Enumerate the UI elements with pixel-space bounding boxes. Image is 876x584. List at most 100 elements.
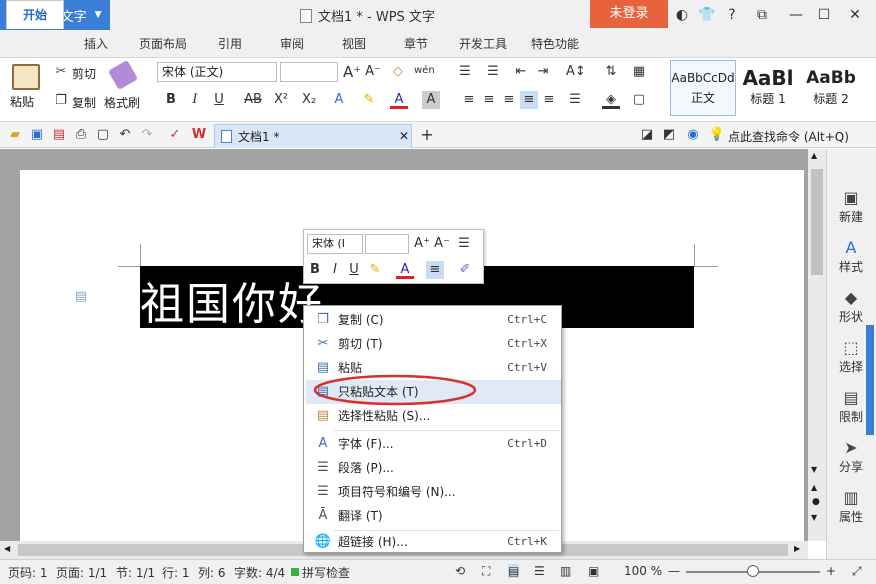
- ai-icon[interactable]: ◉: [684, 126, 702, 144]
- grow-font-icon[interactable]: A⁺: [343, 63, 361, 81]
- help-icon[interactable]: ?: [722, 5, 742, 25]
- paste-icon[interactable]: [12, 64, 40, 90]
- document-text[interactable]: 祖国你好: [140, 268, 324, 332]
- mini-font-name-select[interactable]: 宋体 (I: [307, 234, 363, 254]
- shirt-icon[interactable]: 👕: [697, 5, 717, 25]
- wps-docer-icon[interactable]: W: [190, 126, 208, 144]
- zoom-in-icon[interactable]: +: [826, 564, 836, 578]
- minimize-icon[interactable]: —: [786, 5, 806, 25]
- pane-select[interactable]: ⬚ 选择: [826, 338, 876, 375]
- bullet-list-icon[interactable]: ☰: [456, 63, 474, 81]
- status-spell[interactable]: 拼写检查: [302, 564, 350, 581]
- distribute-icon[interactable]: ≡: [540, 91, 558, 109]
- maximize-icon[interactable]: ☐: [814, 5, 834, 25]
- format-painter-button[interactable]: 格式刷: [104, 94, 140, 111]
- bold-icon[interactable]: B: [306, 261, 324, 279]
- menu-item-copy[interactable]: ❐ 复制 (C) Ctrl+C: [306, 308, 561, 332]
- zoom-slider-thumb[interactable]: [747, 565, 759, 577]
- scroll-down-icon[interactable]: ▼: [811, 465, 817, 474]
- menu-item-bullets[interactable]: ☰ 项目符号和编号 (N)...: [306, 480, 561, 504]
- focus-mode-icon[interactable]: ⛶: [482, 564, 490, 579]
- undo-icon[interactable]: ↶: [116, 126, 134, 144]
- cut-button[interactable]: 剪切: [72, 65, 96, 82]
- font-color-icon[interactable]: A: [390, 91, 408, 109]
- command-search[interactable]: 点此查找命令 (Alt+Q): [728, 128, 849, 145]
- login-button[interactable]: 未登录: [590, 0, 668, 28]
- menu-item-translate[interactable]: Ā 翻译 (T): [306, 504, 561, 528]
- restore-icon[interactable]: ⧉: [752, 5, 772, 25]
- close-tab-icon[interactable]: ✕: [399, 129, 409, 143]
- mini-font-size-select[interactable]: [365, 234, 409, 254]
- pane-styles[interactable]: A 样式: [826, 238, 876, 275]
- text-direction-icon[interactable]: A↕: [566, 63, 586, 81]
- pane-restrict[interactable]: ▤ 限制: [826, 388, 876, 425]
- pane-properties[interactable]: ▥ 属性: [826, 488, 876, 525]
- copy-button[interactable]: 复制: [72, 94, 96, 111]
- vertical-scrollbar[interactable]: ▲ ▼ ▲ ● ▼: [808, 149, 826, 541]
- expand-icon[interactable]: ⤢: [852, 564, 862, 579]
- style-normal[interactable]: AaBbCcDd 正文: [670, 60, 736, 116]
- underline-icon[interactable]: U: [210, 91, 228, 109]
- highlight-icon[interactable]: ✎: [366, 261, 384, 279]
- justify-icon[interactable]: ≡: [520, 91, 538, 109]
- tab-developer[interactable]: 开发工具: [452, 30, 514, 58]
- format-painter-icon[interactable]: ✐: [456, 261, 474, 279]
- scroll-right-icon[interactable]: ▶: [794, 544, 800, 553]
- redo-icon[interactable]: ↷: [138, 126, 156, 144]
- paragraph-handle-icon[interactable]: ▤: [72, 288, 90, 306]
- scroll-left-icon[interactable]: ◀: [4, 544, 10, 553]
- page-view-icon[interactable]: ▤: [508, 564, 520, 578]
- highlight-icon[interactable]: ✎: [360, 91, 378, 109]
- font-name-select[interactable]: 宋体 (正文): [157, 62, 277, 82]
- align-center-icon[interactable]: ≡: [480, 91, 498, 109]
- document-tab[interactable]: 文档1 * ✕: [214, 124, 412, 148]
- pane-new[interactable]: ▣ 新建: [826, 188, 876, 225]
- tab-review[interactable]: 审阅: [270, 30, 314, 58]
- font-size-select[interactable]: [280, 62, 338, 82]
- underline-icon[interactable]: U: [345, 261, 363, 279]
- skin-icon[interactable]: ◐: [672, 5, 692, 25]
- pane-shapes[interactable]: ◆ 形状: [826, 288, 876, 325]
- tab-chapter[interactable]: 章节: [394, 30, 438, 58]
- italic-icon[interactable]: I: [326, 261, 344, 279]
- superscript-icon[interactable]: X²: [272, 91, 290, 109]
- zoom-out-icon[interactable]: —: [668, 564, 680, 578]
- menu-item-paragraph[interactable]: ☰ 段落 (P)...: [306, 456, 561, 480]
- close-icon[interactable]: ✕: [845, 5, 865, 25]
- copy-icon[interactable]: ❐: [52, 92, 70, 110]
- sort-icon[interactable]: ⇅: [602, 63, 620, 81]
- subscript-icon[interactable]: X₂: [300, 91, 318, 109]
- align-right-icon[interactable]: ≡: [500, 91, 518, 109]
- export-pdf-icon[interactable]: ▤: [50, 126, 68, 144]
- new-tab-icon[interactable]: +: [418, 126, 436, 144]
- tab-insert[interactable]: 插入: [74, 30, 118, 58]
- paste-button[interactable]: 粘贴: [10, 93, 34, 110]
- line-spacing-icon[interactable]: ☰: [455, 235, 473, 253]
- menu-item-font[interactable]: A 字体 (F)... Ctrl+D: [306, 432, 561, 456]
- status-row[interactable]: 行: 1: [162, 564, 190, 581]
- status-pages[interactable]: 页面: 1/1: [56, 564, 107, 581]
- tab-page-layout[interactable]: 页面布局: [132, 30, 194, 58]
- italic-icon[interactable]: I: [186, 91, 204, 109]
- bold-icon[interactable]: B: [162, 91, 180, 109]
- numbered-list-icon[interactable]: ☰: [484, 63, 502, 81]
- border-icon[interactable]: ▢: [630, 91, 648, 109]
- history-icon[interactable]: ⟲: [455, 564, 465, 578]
- scissors-icon[interactable]: ✂: [52, 63, 70, 81]
- clear-format-icon[interactable]: ◇: [389, 63, 407, 81]
- font-color-icon[interactable]: A: [396, 261, 414, 279]
- reading-view-icon[interactable]: ▣: [588, 564, 599, 578]
- status-zoom[interactable]: 100 %: [624, 564, 662, 578]
- shrink-font-icon[interactable]: A⁻: [364, 63, 382, 81]
- tab-features[interactable]: 特色功能: [524, 30, 586, 58]
- prev-page-icon[interactable]: ▲: [811, 483, 817, 492]
- outline-view-icon[interactable]: ☰: [534, 564, 545, 578]
- increase-indent-icon[interactable]: ⇥: [534, 63, 552, 81]
- grow-font-icon[interactable]: A⁺: [413, 235, 431, 253]
- shrink-font-icon[interactable]: A⁻: [433, 235, 451, 253]
- scroll-up-icon[interactable]: ▲: [811, 151, 817, 160]
- borders-icon[interactable]: ▦: [630, 63, 648, 81]
- status-page[interactable]: 页码: 1: [8, 564, 48, 581]
- scroll-thumb[interactable]: [811, 169, 823, 275]
- customize-icon[interactable]: ✓: [166, 126, 184, 144]
